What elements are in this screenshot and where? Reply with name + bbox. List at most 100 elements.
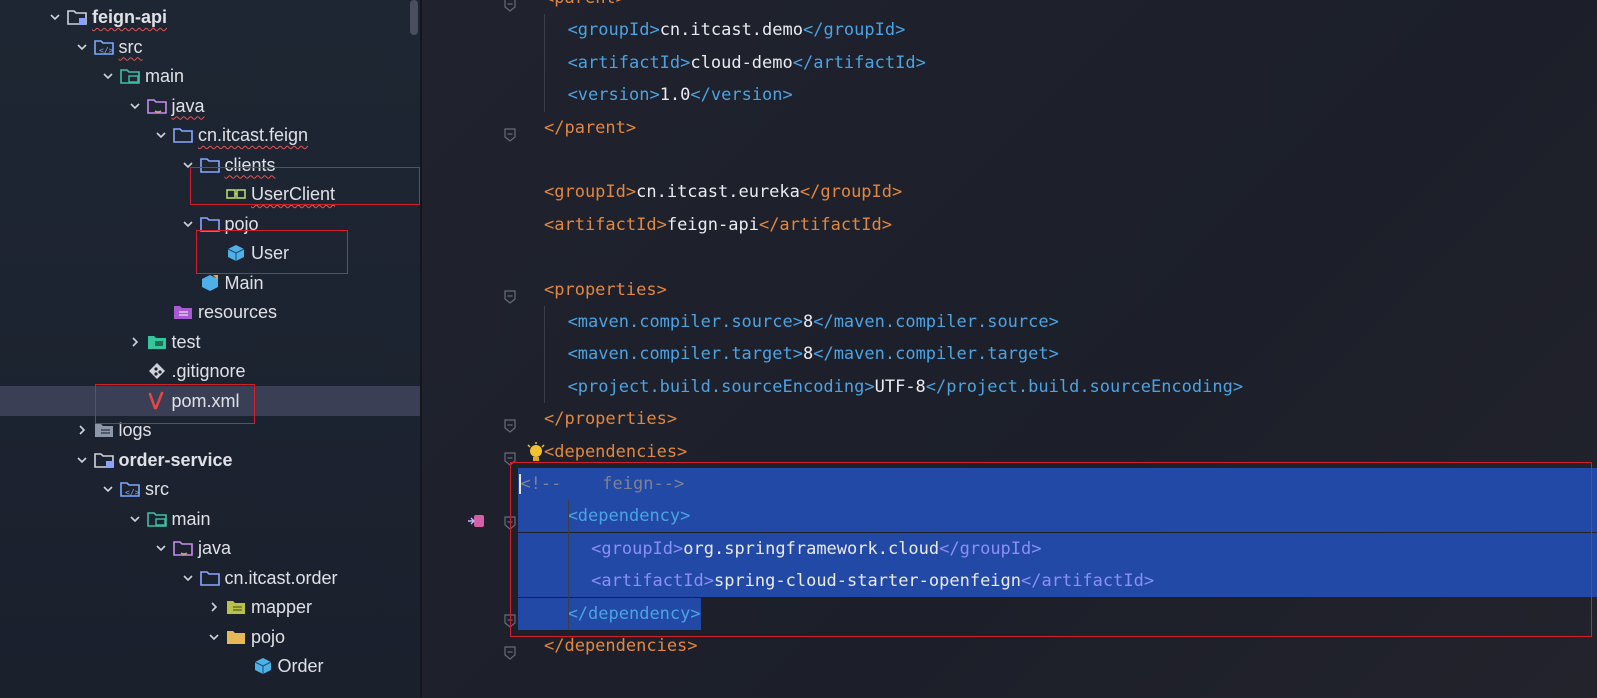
chevron-down-icon[interactable] <box>124 504 146 534</box>
code-token: </parent> <box>544 117 637 138</box>
code-token: <maven.compiler.source> <box>567 312 803 332</box>
svg-text:</>: </> <box>99 46 114 55</box>
java-folder-icon <box>172 537 194 559</box>
code-token: <maven.compiler.target> <box>567 344 803 365</box>
lightbulb-icon[interactable] <box>526 441 546 464</box>
tree-item-main[interactable]: main <box>0 504 420 534</box>
code-line-13[interactable]: <artifactId>feign-api</artifactId> <box>422 209 1597 241</box>
code-line-8[interactable]: <artifactId>cloud-demo</artifactId> <box>422 47 1597 79</box>
code-text: <artifactId>feign-api</artifactId> <box>544 209 892 241</box>
tree-item-label: main <box>145 66 185 86</box>
tree-item-label: src <box>118 36 143 57</box>
code-text: <artifactId>cloud-demo</artifactId> <box>568 47 926 79</box>
code-line-27[interactable] <box>422 662 1597 694</box>
highlight-box-userclient <box>190 167 420 205</box>
fold-marker-icon[interactable] <box>504 283 516 304</box>
code-text: <groupId>cn.itcast.eureka</groupId> <box>544 176 902 208</box>
chevron-right-icon[interactable] <box>71 415 93 445</box>
chevron-down-icon[interactable] <box>97 61 119 91</box>
tree-item-src[interactable]: </> src <box>0 32 420 62</box>
code-line-11[interactable] <box>422 144 1597 176</box>
tree-item-pojo[interactable]: pojo <box>0 622 420 652</box>
fold-marker-icon[interactable] <box>504 445 516 466</box>
code-token: </groupId> <box>802 20 906 41</box>
fold-marker-icon[interactable] <box>504 639 516 660</box>
code-token: 8 <box>802 312 814 332</box>
code-token: <groupId> <box>544 182 637 203</box>
code-line-19[interactable]: </properties> <box>422 403 1597 435</box>
tree-item-order[interactable]: Order <box>0 651 420 681</box>
tree-item-label: pojo <box>251 626 286 647</box>
fold-marker-icon[interactable] <box>504 0 516 12</box>
tree-item-label: main <box>171 508 211 529</box>
code-line-12[interactable]: <groupId>cn.itcast.eureka</groupId> <box>422 176 1597 208</box>
code-token: <artifactId> <box>544 214 667 235</box>
chevron-down-icon[interactable] <box>124 91 146 121</box>
fold-marker-icon[interactable] <box>504 412 516 433</box>
chevron-down-icon[interactable] <box>150 120 172 150</box>
chevron-right-icon[interactable] <box>124 327 146 357</box>
mapper-folder-icon <box>225 596 247 618</box>
svg-text:</>: </> <box>125 488 140 497</box>
code-line-16[interactable]: <maven.compiler.source>8</maven.compiler… <box>422 306 1597 338</box>
tree-item-test[interactable]: test <box>0 327 420 357</box>
chevron-down-icon[interactable] <box>177 563 199 593</box>
code-text: </properties> <box>544 403 677 435</box>
tree-item-java[interactable]: java <box>0 533 420 563</box>
code-line-15[interactable]: <properties> <box>422 274 1597 306</box>
tree-item-label: feign-api <box>92 7 167 27</box>
chevron-down-icon[interactable] <box>203 622 225 652</box>
code-line-14[interactable] <box>422 241 1597 273</box>
tree-item-mapper[interactable]: mapper <box>0 592 420 622</box>
chevron-down-icon[interactable] <box>150 533 172 563</box>
code-line-6[interactable]: <parent> <box>422 0 1597 14</box>
code-token: <dependencies> <box>544 441 688 462</box>
tree-item-feign-api[interactable]: feign-api <box>0 2 420 32</box>
tree-item-order-service[interactable]: order-service <box>0 445 420 475</box>
chevron-down-icon[interactable] <box>71 445 93 475</box>
code-token: </project.build.sourceEncoding> <box>925 376 1244 397</box>
tree-item-main[interactable]: main <box>0 61 420 91</box>
maven-dependency-gutter-icon[interactable] <box>466 508 486 528</box>
code-token: </artifactId> <box>758 214 893 235</box>
source-folder-icon: </> <box>93 36 115 58</box>
project-scrollbar[interactable] <box>410 0 418 35</box>
code-token: parent <box>554 0 615 8</box>
chevron-down-icon[interactable] <box>97 474 119 504</box>
code-token: cn.itcast.eureka <box>636 182 800 203</box>
code-line-9[interactable]: <version>1.0</version> <box>422 79 1597 111</box>
tree-item-cn-itcast-order[interactable]: cn.itcast.order <box>0 563 420 593</box>
code-line-17[interactable]: <maven.compiler.target>8</maven.compiler… <box>422 338 1597 370</box>
code-text: <project.build.sourceEncoding>UTF-8</pro… <box>568 371 1244 403</box>
indent-guide <box>544 14 545 112</box>
code-token: </dependencies> <box>544 636 698 656</box>
highlight-box-pom <box>95 384 255 424</box>
indent-guide <box>544 306 545 404</box>
fold-marker-icon[interactable] <box>504 121 516 142</box>
tree-item-resources[interactable]: resources <box>0 297 420 327</box>
code-line-18[interactable]: <project.build.sourceEncoding>UTF-8</pro… <box>422 371 1597 403</box>
project-tool-window: feign-api </> src main java cn.itcast.feign cl… <box>0 0 420 698</box>
chevron-down-icon[interactable] <box>44 2 66 32</box>
package-icon <box>199 567 221 589</box>
code-line-7[interactable]: <groupId>cn.itcast.demo</groupId> <box>422 14 1597 46</box>
chevron-right-icon[interactable] <box>203 592 225 622</box>
tree-item-java[interactable]: java <box>0 91 420 121</box>
code-line-10[interactable]: </parent> <box>422 112 1597 144</box>
tree-item-src[interactable]: </> src <box>0 474 420 504</box>
tree-item-label: java <box>171 95 205 116</box>
chevron-down-icon[interactable] <box>71 32 93 62</box>
code-text: </parent> <box>544 112 636 144</box>
code-text: <maven.compiler.target>8</maven.compiler… <box>568 338 1059 370</box>
code-token: > <box>616 0 626 8</box>
tree-item-cn-itcast-feign[interactable]: cn.itcast.feign <box>0 120 420 150</box>
tree-item--gitignore[interactable]: .gitignore <box>0 356 420 386</box>
module-folder-icon <box>93 449 115 471</box>
tree-item-label: .gitignore <box>171 361 246 381</box>
class-icon <box>252 655 274 677</box>
code-text: <groupId>cn.itcast.demo</groupId> <box>568 14 906 46</box>
tree-item-label: test <box>171 331 201 352</box>
code-text: <parent> <box>544 0 626 14</box>
main-class-icon <box>199 272 221 294</box>
